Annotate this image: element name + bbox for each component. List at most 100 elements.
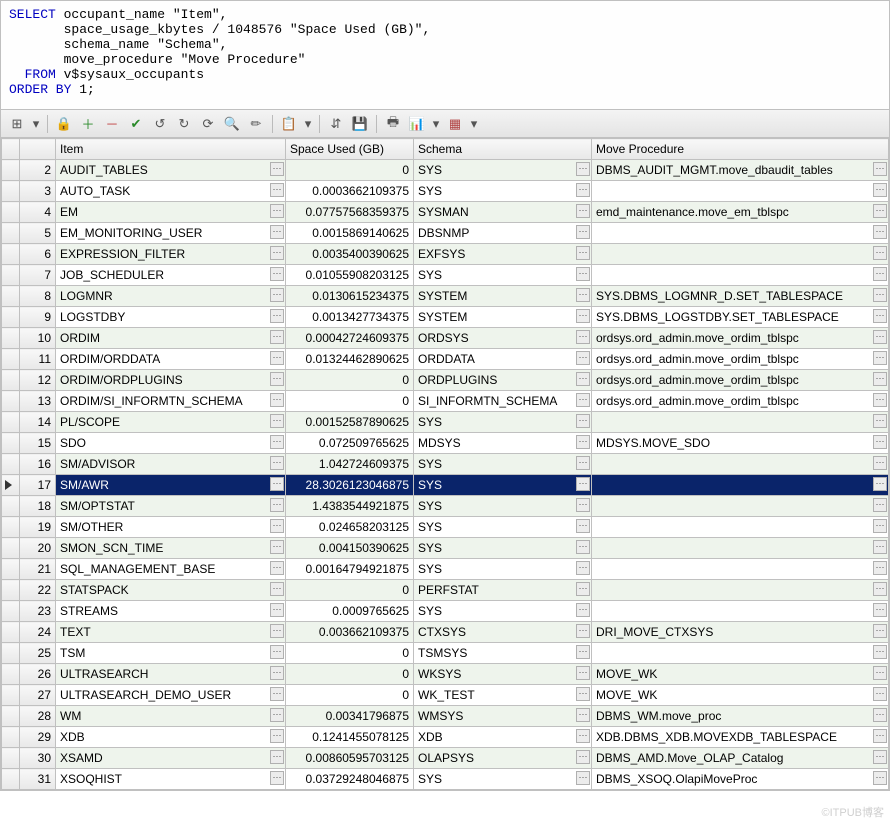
cell-editor-button-icon[interactable]: ⋯ xyxy=(576,498,590,512)
cell-move[interactable]: SYS.DBMS_LOGSTDBY.SET_TABLESPACE⋯ xyxy=(592,307,889,328)
cell-editor-button-icon[interactable]: ⋯ xyxy=(270,771,284,785)
cell-schema[interactable]: WMSYS⋯ xyxy=(414,706,592,727)
cell-editor-button-icon[interactable]: ⋯ xyxy=(873,477,887,491)
table-row[interactable]: 10ORDIM⋯0.00042724609375ORDSYS⋯ordsys.or… xyxy=(2,328,889,349)
row-number[interactable]: 5 xyxy=(20,223,56,244)
cell-schema[interactable]: ORDPLUGINS⋯ xyxy=(414,370,592,391)
table-row[interactable]: 11ORDIM/ORDDATA⋯0.01324462890625ORDDATA⋯… xyxy=(2,349,889,370)
table-row[interactable]: 29XDB⋯0.1241455078125XDB⋯XDB.DBMS_XDB.MO… xyxy=(2,727,889,748)
row-marker[interactable] xyxy=(2,769,20,790)
cell-editor-button-icon[interactable]: ⋯ xyxy=(576,414,590,428)
row-marker[interactable] xyxy=(2,349,20,370)
row-number[interactable]: 17 xyxy=(20,475,56,496)
row-marker[interactable] xyxy=(2,496,20,517)
rownum-header[interactable] xyxy=(20,139,56,160)
cell-item[interactable]: EM⋯ xyxy=(56,202,286,223)
row-number[interactable]: 7 xyxy=(20,265,56,286)
cell-move[interactable]: DBMS_AMD.Move_OLAP_Catalog⋯ xyxy=(592,748,889,769)
cell-editor-button-icon[interactable]: ⋯ xyxy=(576,687,590,701)
cell-editor-button-icon[interactable]: ⋯ xyxy=(873,393,887,407)
cell-space[interactable]: 0 xyxy=(286,160,414,181)
row-marker[interactable] xyxy=(2,202,20,223)
cell-editor-button-icon[interactable]: ⋯ xyxy=(873,246,887,260)
cell-schema[interactable]: SYS⋯ xyxy=(414,160,592,181)
table-row[interactable]: 12ORDIM/ORDPLUGINS⋯0ORDPLUGINS⋯ordsys.or… xyxy=(2,370,889,391)
row-number[interactable]: 20 xyxy=(20,538,56,559)
cell-schema[interactable]: DBSNMP⋯ xyxy=(414,223,592,244)
row-marker[interactable] xyxy=(2,328,20,349)
cell-editor-button-icon[interactable]: ⋯ xyxy=(270,561,284,575)
cell-editor-button-icon[interactable]: ⋯ xyxy=(270,183,284,197)
cell-editor-button-icon[interactable]: ⋯ xyxy=(270,729,284,743)
cell-editor-button-icon[interactable]: ⋯ xyxy=(270,477,284,491)
cell-item[interactable]: SDO⋯ xyxy=(56,433,286,454)
cell-item[interactable]: WM⋯ xyxy=(56,706,286,727)
table-row[interactable]: 23STREAMS⋯0.0009765625SYS⋯⋯ xyxy=(2,601,889,622)
cell-editor-button-icon[interactable]: ⋯ xyxy=(873,603,887,617)
cell-move[interactable]: ⋯ xyxy=(592,580,889,601)
cell-move[interactable]: ⋯ xyxy=(592,265,889,286)
cell-move[interactable]: DBMS_WM.move_proc⋯ xyxy=(592,706,889,727)
cell-move[interactable]: ⋯ xyxy=(592,475,889,496)
cell-editor-button-icon[interactable]: ⋯ xyxy=(576,750,590,764)
cell-schema[interactable]: SYS⋯ xyxy=(414,538,592,559)
cell-editor-button-icon[interactable]: ⋯ xyxy=(873,498,887,512)
cell-editor-button-icon[interactable]: ⋯ xyxy=(576,393,590,407)
table-row[interactable]: 8LOGMNR⋯0.0130615234375SYSTEM⋯SYS.DBMS_L… xyxy=(2,286,889,307)
cell-item[interactable]: STATSPACK⋯ xyxy=(56,580,286,601)
cell-move[interactable]: SYS.DBMS_LOGMNR_D.SET_TABLESPACE⋯ xyxy=(592,286,889,307)
cell-editor-button-icon[interactable]: ⋯ xyxy=(576,309,590,323)
row-number[interactable]: 6 xyxy=(20,244,56,265)
row-marker[interactable] xyxy=(2,286,20,307)
cell-editor-button-icon[interactable]: ⋯ xyxy=(873,225,887,239)
dropdown-icon[interactable]: ▾ xyxy=(431,114,441,134)
cell-editor-button-icon[interactable]: ⋯ xyxy=(873,624,887,638)
cell-editor-button-icon[interactable]: ⋯ xyxy=(873,351,887,365)
copy-icon[interactable]: 📋 xyxy=(279,114,299,134)
cell-editor-button-icon[interactable]: ⋯ xyxy=(270,246,284,260)
row-number[interactable]: 23 xyxy=(20,601,56,622)
row-marker[interactable] xyxy=(2,370,20,391)
cell-item[interactable]: TSM⋯ xyxy=(56,643,286,664)
cell-editor-button-icon[interactable]: ⋯ xyxy=(873,771,887,785)
cell-move[interactable]: ⋯ xyxy=(592,496,889,517)
cell-editor-button-icon[interactable]: ⋯ xyxy=(873,687,887,701)
row-number[interactable]: 25 xyxy=(20,643,56,664)
refresh-icon[interactable]: ⟳ xyxy=(198,114,218,134)
row-number[interactable]: 4 xyxy=(20,202,56,223)
cell-space[interactable]: 0.01324462890625 xyxy=(286,349,414,370)
row-marker[interactable] xyxy=(2,454,20,475)
row-marker[interactable] xyxy=(2,601,20,622)
cell-schema[interactable]: SYSMAN⋯ xyxy=(414,202,592,223)
table-row[interactable]: 26ULTRASEARCH⋯0WKSYS⋯MOVE_WK⋯ xyxy=(2,664,889,685)
add-row-icon[interactable]: ＋ xyxy=(78,114,98,134)
row-marker[interactable] xyxy=(2,307,20,328)
table-row[interactable]: 30XSAMD⋯0.00860595703125OLAPSYS⋯DBMS_AMD… xyxy=(2,748,889,769)
row-number[interactable]: 3 xyxy=(20,181,56,202)
row-marker[interactable] xyxy=(2,748,20,769)
edit-icon[interactable]: ✏ xyxy=(246,114,266,134)
row-marker[interactable] xyxy=(2,538,20,559)
cell-editor-button-icon[interactable]: ⋯ xyxy=(270,414,284,428)
cell-editor-button-icon[interactable]: ⋯ xyxy=(873,204,887,218)
cell-editor-button-icon[interactable]: ⋯ xyxy=(270,750,284,764)
cell-item[interactable]: XSAMD⋯ xyxy=(56,748,286,769)
cell-space[interactable]: 0 xyxy=(286,664,414,685)
cell-space[interactable]: 0.03729248046875 xyxy=(286,769,414,790)
cell-item[interactable]: SM/OTHER⋯ xyxy=(56,517,286,538)
cell-editor-button-icon[interactable]: ⋯ xyxy=(873,414,887,428)
cell-schema[interactable]: SYSTEM⋯ xyxy=(414,307,592,328)
cell-space[interactable]: 0.024658203125 xyxy=(286,517,414,538)
cell-editor-button-icon[interactable]: ⋯ xyxy=(576,645,590,659)
cell-editor-button-icon[interactable]: ⋯ xyxy=(270,351,284,365)
table-row[interactable]: 21SQL_MANAGEMENT_BASE⋯0.00164794921875SY… xyxy=(2,559,889,580)
cell-move[interactable]: ordsys.ord_admin.move_ordim_tblspc⋯ xyxy=(592,328,889,349)
cell-space[interactable]: 0 xyxy=(286,685,414,706)
cell-schema[interactable]: SYS⋯ xyxy=(414,517,592,538)
sql-editor[interactable]: SELECT occupant_name "Item", space_usage… xyxy=(0,0,890,110)
cell-item[interactable]: XDB⋯ xyxy=(56,727,286,748)
cell-item[interactable]: LOGMNR⋯ xyxy=(56,286,286,307)
cell-editor-button-icon[interactable]: ⋯ xyxy=(576,477,590,491)
row-number[interactable]: 2 xyxy=(20,160,56,181)
table-row[interactable]: 31XSOQHIST⋯0.03729248046875SYS⋯DBMS_XSOQ… xyxy=(2,769,889,790)
